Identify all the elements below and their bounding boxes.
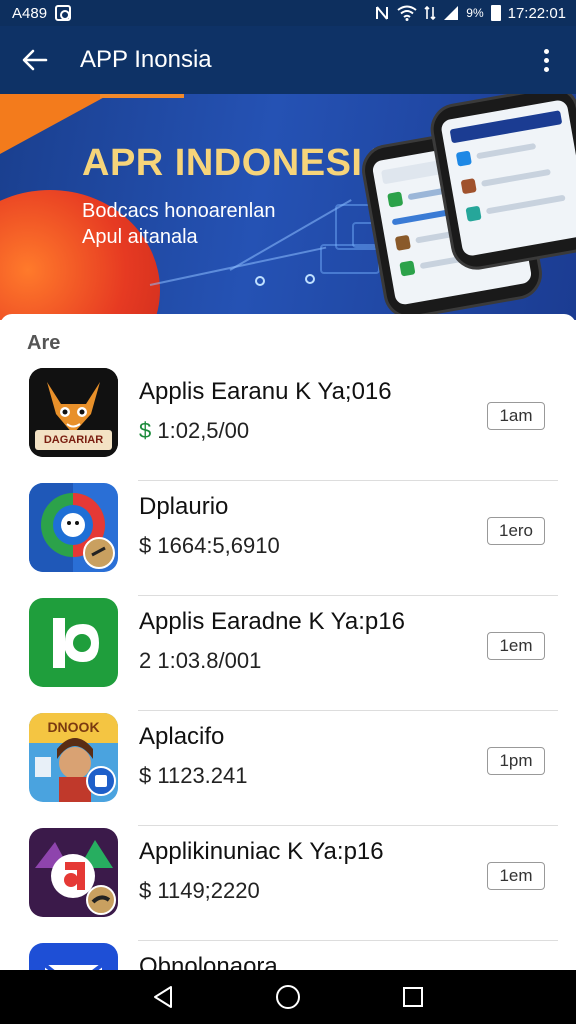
price-value: 1664:5,6910 — [157, 533, 280, 558]
purple-letter-icon — [29, 828, 118, 917]
nfc-icon — [376, 6, 389, 20]
system-nav-bar — [0, 970, 576, 1024]
app-price: 2 1:03.8/001 — [139, 648, 261, 674]
banner-subtitle: Bodcacs honoarenlan — [82, 200, 276, 222]
phone-screen-bar — [485, 194, 566, 215]
price-value: 1149;2220 — [157, 878, 260, 903]
back-button[interactable] — [0, 26, 70, 94]
list-item[interactable]: Applikinuniac K Ya:p16 $ 1149;2220 1em — [0, 826, 576, 941]
list-item[interactable]: Dplaurio $ 1664:5,6910 1ero — [0, 481, 576, 596]
banner-circuit-shape — [320, 244, 380, 274]
page-title: APP Inonsia — [80, 46, 212, 73]
price-currency: $ — [139, 418, 152, 443]
app-size-badge[interactable]: 1am — [487, 402, 545, 430]
fox-app-icon: DAGARIAR — [29, 368, 118, 457]
app-size-badge[interactable]: 1em — [487, 632, 545, 660]
mail-app-icon — [29, 943, 118, 970]
phone-screen-icon — [399, 260, 416, 277]
arrow-back-icon — [22, 49, 48, 71]
app-name: Applis Earadne K Ya:p16 — [139, 608, 405, 635]
app-name: Obnolonaora — [139, 953, 278, 970]
home-circle-icon — [275, 985, 300, 1009]
app-name: Applis Earanu K Ya;016 — [139, 378, 392, 405]
banner-decoration-dot — [305, 274, 315, 284]
app-icon-caption: DNOOK — [47, 719, 100, 735]
app-size-badge[interactable]: 1ero — [487, 517, 545, 545]
nav-recents-button[interactable] — [383, 970, 443, 1024]
game-girl-app-icon: DNOOK — [29, 713, 118, 802]
banner-title: APR INDONESIA — [82, 142, 391, 184]
nav-back-button[interactable] — [133, 970, 193, 1024]
phone-screen-bar — [480, 168, 551, 187]
status-time: 17:22:01 — [507, 4, 566, 22]
banner-decoration-bar — [100, 94, 184, 98]
nav-home-button[interactable] — [258, 970, 318, 1024]
app-size-badge[interactable]: 1em — [487, 862, 545, 890]
list-item[interactable]: DNOOK Aplacifo $ 1123.241 1pm — [0, 711, 576, 826]
app-size-badge[interactable]: 1pm — [487, 747, 545, 775]
status-left: A489 — [12, 4, 72, 22]
app-name: Aplacifo — [139, 723, 225, 750]
phone-screen-icon — [460, 178, 477, 195]
price-currency: $ — [139, 878, 152, 903]
app-bar: APP Inonsia — [0, 26, 576, 94]
battery-icon — [490, 5, 501, 21]
banner-subtitle: Apul aitanala — [82, 226, 198, 248]
data-arrows-icon — [424, 5, 436, 21]
app-name: Applikinuniac K Ya:p16 — [139, 838, 384, 865]
price-currency: $ — [139, 533, 152, 558]
app-notification-icon — [55, 5, 72, 21]
mail-icon — [29, 943, 118, 970]
phone-screen-row — [449, 110, 563, 144]
purple-letter-app-icon — [29, 828, 118, 917]
wifi-icon — [397, 5, 417, 21]
phone-screen-icon — [455, 150, 472, 167]
app-list: DAGARIAR Applis Earanu K Ya;016 $ 1:02,5… — [0, 366, 576, 970]
green-letter-app-icon — [29, 598, 118, 687]
price-value: 1123.241 — [157, 763, 248, 788]
app-price: $ 1664:5,6910 — [139, 533, 280, 559]
app-price: $ 1:02,5/00 — [139, 418, 249, 444]
list-item[interactable]: Applis Earadne K Ya:p16 2 1:03.8/001 1em — [0, 596, 576, 711]
banner-decoration-dot — [255, 276, 265, 286]
status-left-text: A489 — [12, 4, 48, 22]
app-name: Dplaurio — [139, 493, 229, 520]
chat-face-app-icon — [29, 483, 118, 572]
green-letter-icon — [29, 598, 118, 687]
phone-screen-icon — [387, 191, 404, 208]
phone-screen-icon — [394, 234, 411, 251]
recents-square-icon — [403, 987, 424, 1007]
app-price: $ 1123.241 — [139, 763, 248, 789]
more-vert-dot — [543, 66, 549, 72]
phone-screen-icon — [465, 205, 482, 222]
section-label: Are — [27, 332, 61, 354]
price-currency: $ — [139, 763, 152, 788]
app-list-sheet: Are DAGARIAR Applis Earanu K Ya;016 $ 1:… — [0, 314, 576, 970]
back-triangle-icon — [153, 986, 172, 1008]
phone-screen-bar — [476, 142, 537, 160]
price-value: 1:02,5/00 — [157, 418, 250, 443]
list-item[interactable]: Obnolonaora — [0, 941, 576, 970]
list-item[interactable]: DAGARIAR Applis Earanu K Ya;016 $ 1:02,5… — [0, 366, 576, 481]
chat-face-icon — [29, 483, 118, 572]
app-icon-caption: DAGARIAR — [43, 434, 104, 446]
phone-screen — [439, 98, 576, 258]
signal-icon — [444, 6, 459, 20]
more-vert-icon — [543, 48, 549, 54]
more-options-button[interactable] — [516, 26, 576, 94]
battery-text: 9% — [466, 6, 484, 20]
status-right: 9% 17:22:01 — [374, 5, 566, 22]
status-bar: A489 9% 17:22:01 — [0, 0, 576, 26]
price-value: 2 1:03.8/001 — [139, 648, 262, 673]
promo-banner[interactable]: APR INDONESIA Bodcacs honoarenlan Apul a… — [0, 94, 576, 320]
app-price: $ 1149;2220 — [139, 878, 260, 904]
more-vert-dot — [543, 57, 549, 63]
